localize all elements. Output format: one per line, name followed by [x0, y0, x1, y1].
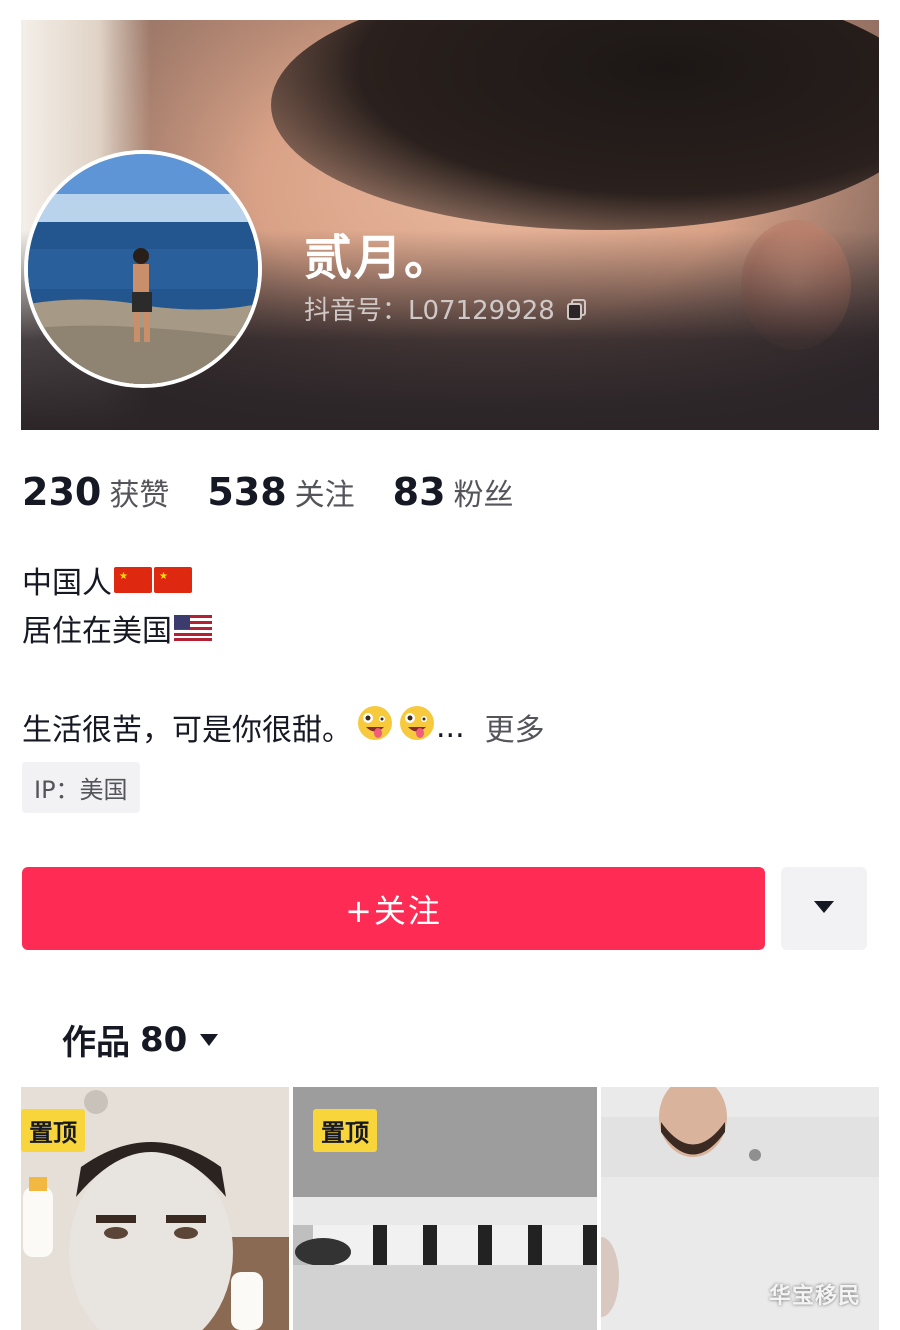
- stat-following-label: 关注: [294, 478, 355, 513]
- stat-followers-label: 粉丝: [453, 478, 514, 513]
- more-options-button[interactable]: [781, 867, 867, 950]
- stat-likes[interactable]: 230 获赞: [22, 470, 169, 514]
- video-thumbnail[interactable]: 华宝移民: [601, 1087, 879, 1330]
- stat-following-count: 538: [207, 470, 287, 514]
- bio-line-nationality: 中国人 ★ ★: [22, 560, 212, 608]
- flag-us-icon: [174, 608, 212, 656]
- svg-text:★: ★: [159, 571, 168, 582]
- zany-face-emoji: [356, 704, 394, 750]
- stat-likes-label: 获赞: [109, 478, 170, 513]
- tab-works-count: 80: [140, 1019, 188, 1060]
- svg-text:★: ★: [119, 571, 128, 582]
- video-thumbnail[interactable]: 置顶: [293, 1087, 597, 1330]
- video-grid: 置顶 置顶 华宝移民: [21, 1087, 879, 1330]
- stat-followers[interactable]: 83 粉丝: [393, 470, 514, 514]
- bio-ellipsis: ...: [436, 709, 465, 745]
- bio: 中国人 ★ ★ 居住在美国: [22, 560, 212, 656]
- bio-line-1: 中国人: [22, 566, 112, 601]
- flag-cn-icon: ★: [154, 560, 192, 608]
- bio-line-2: 居住在美国: [22, 614, 172, 649]
- bio-more-link[interactable]: 更多: [485, 705, 545, 749]
- tab-works[interactable]: 作品 80: [62, 1015, 219, 1064]
- chevron-down-icon: [199, 1033, 219, 1047]
- ip-location-badge: IP：美国: [22, 762, 140, 813]
- bio-motto-text: 生活很苦，可是你很甜。: [22, 713, 352, 748]
- stat-followers-count: 83: [392, 470, 446, 514]
- bio-motto: 生活很苦，可是你很甜。 ... 更多: [22, 704, 545, 750]
- douyin-id[interactable]: 抖音号：L07129928: [304, 290, 589, 327]
- zany-face-emoji: [398, 704, 436, 750]
- stat-likes-count: 230: [22, 470, 102, 514]
- douyin-id-text: 抖音号：L07129928: [304, 296, 555, 326]
- follow-button[interactable]: +关注: [22, 867, 765, 950]
- bio-line-residence: 居住在美国: [22, 608, 212, 656]
- tab-works-label: 作品: [62, 1023, 130, 1063]
- chevron-down-icon: [813, 899, 835, 918]
- pinned-badge: 置顶: [21, 1109, 85, 1152]
- avatar[interactable]: [24, 150, 262, 388]
- video-thumbnail[interactable]: 置顶: [21, 1087, 289, 1330]
- pinned-badge: 置顶: [313, 1109, 377, 1152]
- nickname: 贰月。: [304, 230, 455, 286]
- profile-stats: 230 获赞 538 关注 83 粉丝: [22, 470, 552, 514]
- copy-icon[interactable]: [565, 297, 589, 321]
- watermark: 华宝移民: [768, 1284, 861, 1309]
- stat-following[interactable]: 538 关注: [207, 470, 354, 514]
- flag-cn-icon: ★: [114, 560, 152, 608]
